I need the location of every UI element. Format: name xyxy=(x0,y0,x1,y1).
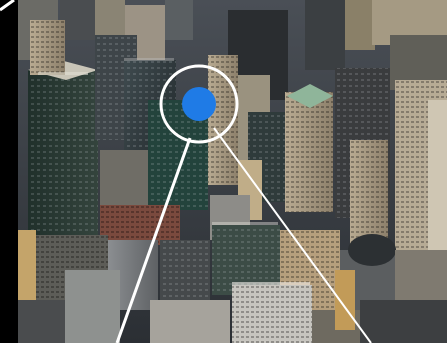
viewport xyxy=(0,0,447,343)
location-dot-icon[interactable] xyxy=(182,87,216,121)
aerial-city-photo xyxy=(0,0,447,343)
